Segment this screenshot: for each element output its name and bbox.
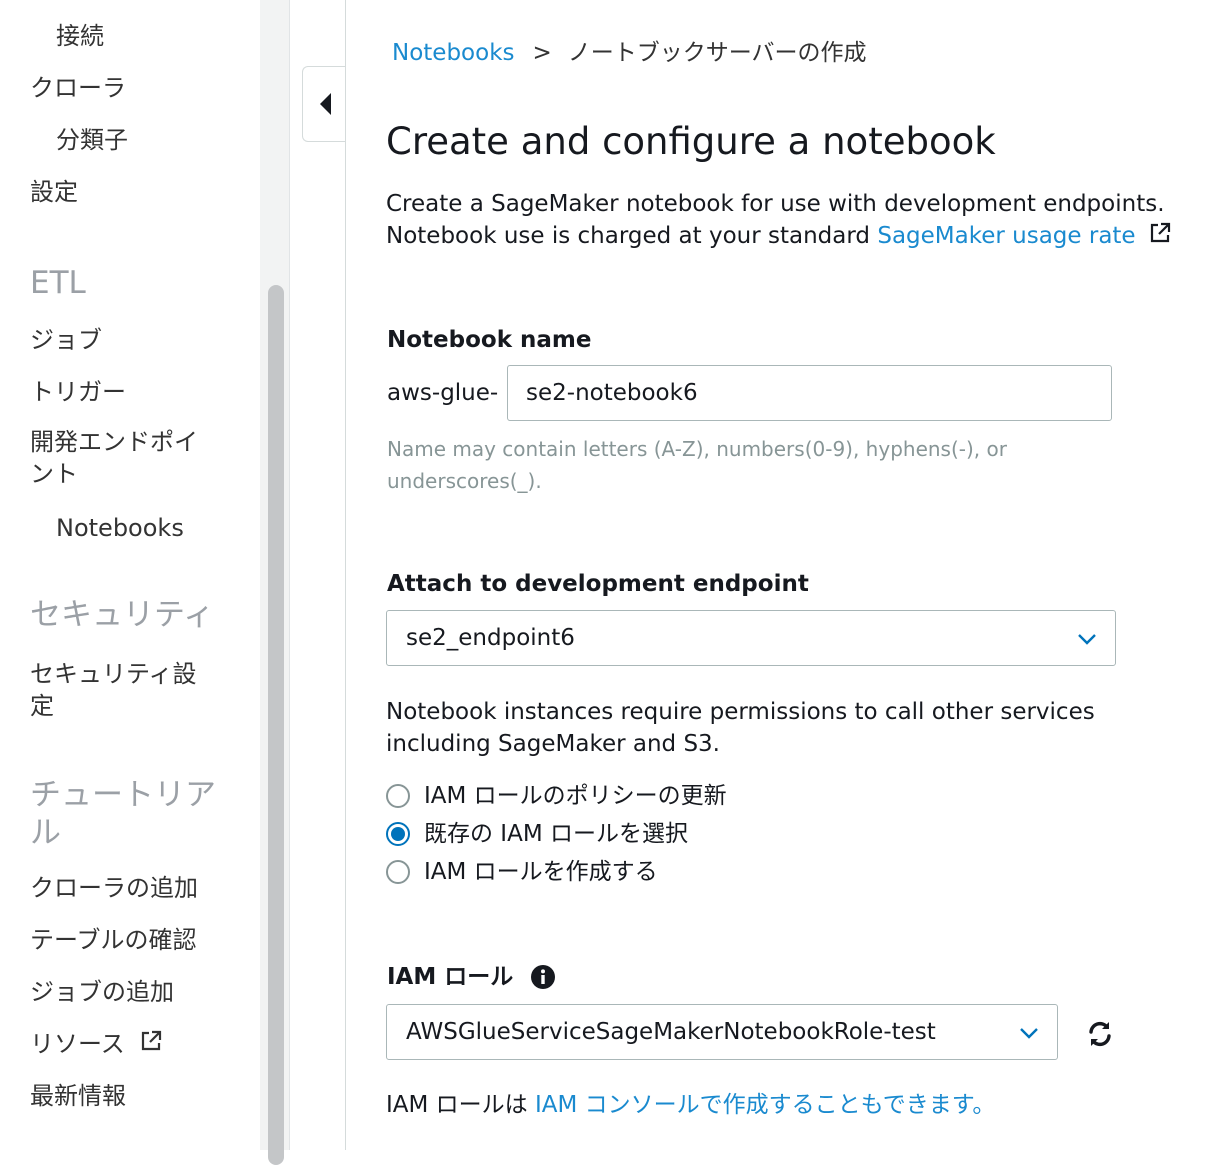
sidebar-item-resources-label: リソース	[30, 1030, 125, 1058]
sidebar-item-resources[interactable]: リソース	[30, 1028, 220, 1061]
breadcrumb-separator: >	[532, 40, 552, 66]
radio-label: IAM ロールを作成する	[424, 859, 658, 885]
external-link-icon[interactable]	[1147, 221, 1173, 254]
refresh-icon	[1086, 1021, 1114, 1052]
radio-choose-existing-role[interactable]: 既存の IAM ロールを選択	[386, 819, 886, 853]
sidebar-item-dev-endpoints[interactable]: 開発エンドポイント	[30, 426, 210, 490]
radio-create-iam-role[interactable]: IAM ロールを作成する	[386, 857, 886, 891]
sidebar-item-explore-table[interactable]: テーブルの確認	[30, 924, 220, 956]
chevron-down-icon	[1019, 1025, 1039, 1044]
chevron-down-icon	[1077, 631, 1097, 650]
refresh-roles-button[interactable]	[1086, 1020, 1114, 1052]
page-description: Create a SageMaker notebook for use with…	[386, 188, 1186, 254]
panel-divider	[345, 0, 346, 1150]
sidebar-item-classifiers[interactable]: 分類子	[56, 124, 246, 156]
collapse-arrow-icon	[320, 93, 331, 115]
page-description-line2: Notebook use is charged at your standard…	[386, 220, 1186, 254]
radio-update-iam-policy[interactable]: IAM ロールのポリシーの更新	[386, 781, 886, 815]
iam-console-link[interactable]: IAM コンソールで作成することもできます。	[535, 1092, 995, 1118]
iam-role-select-value: AWSGlueServiceSageMakerNotebookRole-test	[406, 1019, 936, 1045]
sidebar-item-whats-new[interactable]: 最新情報	[30, 1080, 220, 1112]
sidebar-item-notebooks[interactable]: Notebooks	[56, 512, 246, 544]
radio-label: 既存の IAM ロールを選択	[424, 821, 688, 847]
permissions-description: Notebook instances require permissions t…	[386, 699, 1095, 757]
sidebar-nav: 接続 クローラ 分類子 設定 ETL ジョブ トリガー 開発エンドポイント No…	[0, 0, 260, 1150]
radio-label: IAM ロールのポリシーの更新	[424, 783, 727, 809]
sidebar-item-add-job[interactable]: ジョブの追加	[30, 976, 220, 1008]
sidebar-item-jobs[interactable]: ジョブ	[30, 324, 220, 356]
sagemaker-usage-rate-link[interactable]: SageMaker usage rate	[877, 223, 1135, 249]
endpoint-select[interactable]: se2_endpoint6	[386, 610, 1116, 666]
page-description-line1: Create a SageMaker notebook for use with…	[386, 191, 1165, 217]
sidebar-item-add-crawler[interactable]: クローラの追加	[30, 872, 220, 904]
sidebar-item-connections[interactable]: 接続	[56, 20, 246, 52]
page-description-charge-text: Notebook use is charged at your standard	[386, 223, 878, 249]
endpoint-select-value: se2_endpoint6	[406, 625, 575, 651]
radio-button-selected[interactable]	[386, 822, 410, 846]
iam-role-label: IAM ロール	[387, 964, 514, 990]
breadcrumb-notebooks-link[interactable]: Notebooks	[392, 40, 515, 66]
sidebar-item-crawlers[interactable]: クローラ	[30, 72, 220, 104]
external-link-icon	[139, 1029, 163, 1061]
sidebar-section-tutorials: チュートリアル	[30, 777, 216, 851]
endpoint-label: Attach to development endpoint	[387, 571, 809, 597]
sidebar-item-triggers[interactable]: トリガー	[30, 376, 220, 408]
notebook-name-hint: Name may contain letters (A-Z), numbers(…	[387, 437, 1007, 493]
breadcrumb-current: ノートブックサーバーの作成	[567, 40, 867, 66]
iam-role-select[interactable]: AWSGlueServiceSageMakerNotebookRole-test	[386, 1004, 1058, 1060]
notebook-name-label: Notebook name	[387, 327, 592, 353]
iam-console-note: IAM ロールは IAM コンソールで作成することもできます。	[386, 1089, 995, 1121]
sidebar-section-security: セキュリティ	[30, 597, 215, 633]
sidebar-item-security-config[interactable]: セキュリティ設定	[30, 658, 210, 722]
radio-button[interactable]	[386, 860, 410, 884]
notebook-name-prefix: aws-glue-	[387, 380, 499, 406]
sidebar-scrollbar-thumb[interactable]	[268, 285, 284, 1165]
notebook-name-input[interactable]	[507, 365, 1112, 421]
sidebar-item-settings[interactable]: 設定	[30, 176, 220, 208]
info-icon[interactable]	[530, 964, 556, 994]
collapse-sidebar-button[interactable]	[302, 66, 346, 142]
radio-button[interactable]	[386, 784, 410, 808]
page-title: Create and configure a notebook	[386, 120, 996, 163]
breadcrumb: Notebooks > ノートブックサーバーの作成	[392, 37, 867, 69]
iam-console-note-text: IAM ロールは	[386, 1092, 535, 1118]
sidebar-section-etl: ETL	[30, 265, 86, 301]
